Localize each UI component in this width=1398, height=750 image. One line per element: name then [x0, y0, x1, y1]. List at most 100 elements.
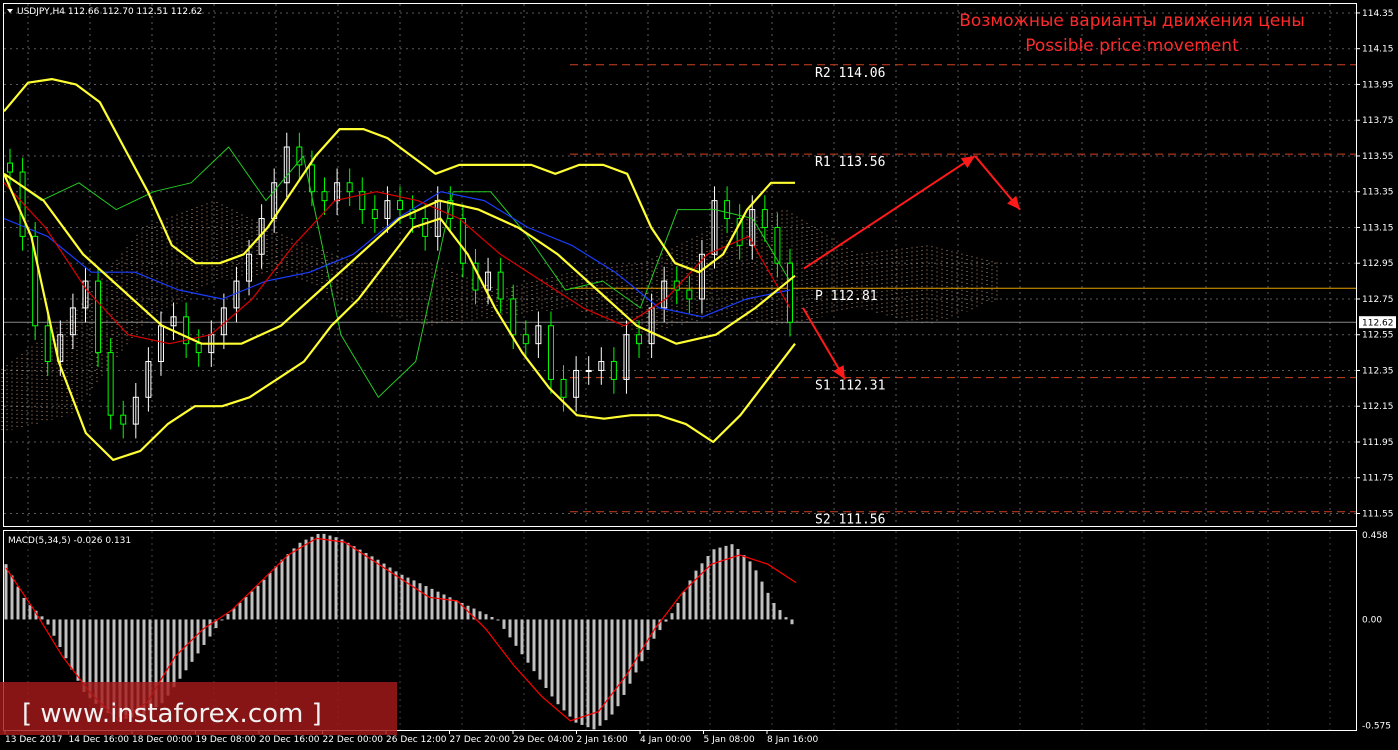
macd-bar — [580, 619, 584, 725]
macd-y-tick-label: -0.575 — [1362, 721, 1391, 731]
macd-bar — [736, 549, 740, 620]
macd-bar — [232, 608, 236, 620]
annotation-title-en: Possible price movement — [1025, 36, 1239, 56]
candle-body — [397, 200, 403, 211]
candle-body — [107, 352, 114, 416]
macd-bar — [730, 544, 734, 620]
candle-body — [422, 218, 429, 237]
y-tick-label: 112.55 — [1362, 331, 1394, 341]
y-tick-label: 112.15 — [1362, 402, 1394, 412]
candle-body — [510, 298, 517, 336]
macd-bar — [754, 570, 758, 620]
macd-bar — [628, 619, 632, 684]
y-tick-label: 113.35 — [1362, 188, 1394, 198]
macd-bar — [376, 559, 380, 620]
macd-bar — [436, 591, 440, 620]
macd-bar — [442, 594, 446, 620]
candle-body — [724, 200, 731, 220]
macd-bar — [244, 597, 248, 620]
macd-bar — [226, 613, 230, 620]
arrow-bullish-up-head — [960, 155, 975, 169]
x-tick-label: 13 Dec 2017 — [5, 735, 63, 745]
macd-bar — [328, 535, 332, 620]
macd-bar — [484, 614, 488, 620]
macd-bar — [586, 619, 590, 728]
macd-bar — [790, 619, 794, 625]
macd-bar — [520, 619, 524, 655]
macd-bar — [52, 619, 56, 636]
macd-bar — [766, 592, 770, 620]
candle-body — [346, 182, 353, 193]
macd-bar — [748, 561, 752, 620]
x-tick-label: 8 Jan 16:00 — [767, 735, 819, 745]
macd-bar — [562, 619, 566, 711]
macd-bar — [454, 600, 458, 620]
macd-bar — [196, 619, 200, 654]
candle-body — [522, 334, 529, 345]
candle-body — [497, 271, 504, 300]
macd-bar — [172, 619, 176, 688]
candle-body — [547, 325, 554, 380]
macd-bar — [352, 546, 356, 620]
macd-bar — [394, 571, 398, 620]
y-tick-label: 114.15 — [1362, 45, 1394, 55]
x-tick-label: 26 Dec 12:00 — [386, 735, 447, 745]
symbol-menu-icon[interactable] — [7, 9, 13, 13]
pivot-label-P: P 112.81 — [815, 289, 878, 304]
watermark-text: [ www.instaforex.com ] — [22, 699, 322, 729]
y-tick-label: 112.75 — [1362, 295, 1394, 305]
macd-bar — [568, 619, 572, 717]
candle-body — [787, 262, 793, 323]
macd-bar — [298, 542, 302, 620]
macd-bar — [544, 619, 548, 689]
macd-bar — [526, 619, 530, 663]
macd-bar — [274, 566, 278, 620]
macd-bar — [622, 619, 626, 695]
x-tick-label: 20 Dec 16:00 — [259, 735, 320, 745]
macd-bar — [238, 602, 242, 620]
macd-bar — [10, 575, 14, 620]
macd-bar — [640, 619, 644, 662]
macd-bar — [550, 619, 554, 697]
macd-bar — [16, 586, 20, 620]
chart-canvas: R2 114.06 R1 113.56 P 112.81 S1 112.31 S2 11… — [0, 3, 1396, 745]
macd-bar — [616, 619, 620, 707]
macd-bar — [400, 574, 404, 620]
macd-bar — [334, 537, 338, 620]
macd-bar — [250, 591, 254, 620]
candle-body — [7, 162, 13, 173]
y-tick-label: 112.35 — [1362, 366, 1394, 376]
macd-bar — [70, 619, 74, 670]
candle-body — [761, 209, 768, 228]
macd-bar — [262, 579, 266, 620]
macd-bar — [604, 619, 608, 721]
macd-y-tick-label: 0.458 — [1362, 531, 1388, 541]
macd-bar — [676, 602, 680, 620]
candle-body — [321, 191, 328, 202]
macd-bar — [718, 547, 722, 620]
y-tick-label: 114.35 — [1362, 9, 1394, 19]
macd-bar — [370, 556, 374, 620]
macd-bar — [316, 533, 320, 620]
current-price-label: 112.62 — [1362, 319, 1394, 329]
macd-bar — [670, 613, 674, 620]
macd-bar — [682, 591, 686, 620]
macd-bar — [508, 619, 512, 638]
macd-bar — [418, 583, 422, 620]
macd-bar — [322, 533, 326, 620]
candle-body — [636, 334, 643, 345]
macd-bar — [496, 619, 500, 621]
macd-bar — [382, 563, 386, 620]
candle-body — [120, 414, 127, 425]
macd-bar — [202, 619, 206, 645]
macd-bar — [514, 619, 518, 646]
macd-bar — [532, 619, 536, 672]
candle-body — [610, 361, 617, 380]
macd-bar — [784, 617, 788, 620]
x-tick-label: 14 Dec 16:00 — [69, 735, 130, 745]
macd-bar — [310, 536, 314, 620]
macd-bar — [430, 588, 434, 620]
macd-bar — [358, 549, 362, 620]
x-tick-label: 18 Dec 00:00 — [132, 735, 193, 745]
candle-body — [195, 343, 202, 354]
